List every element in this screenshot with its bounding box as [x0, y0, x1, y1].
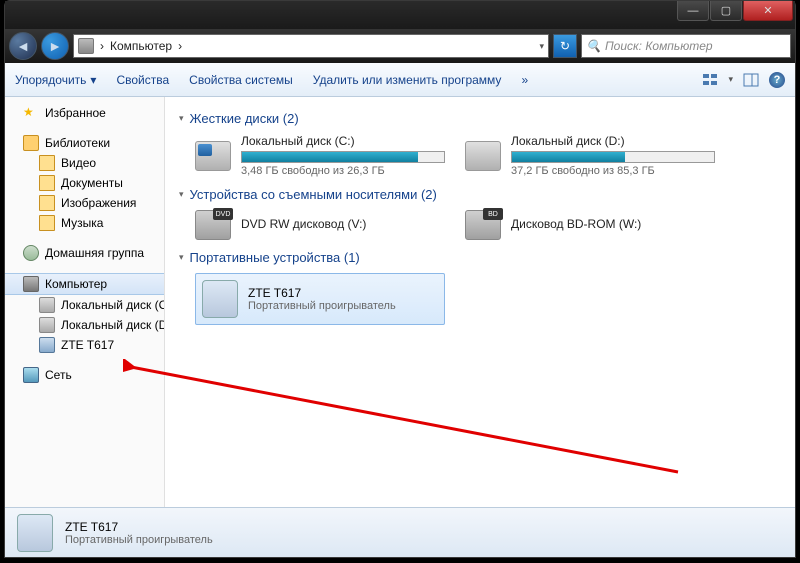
details-pane: ZTE T617 Портативный проигрыватель	[5, 507, 795, 557]
breadcrumb-root[interactable]: Компьютер	[110, 39, 172, 53]
drive-d[interactable]: Локальный диск (D:) 37,2 ГБ свободно из …	[465, 134, 715, 177]
drive-free-text: 37,2 ГБ свободно из 85,3 ГБ	[511, 165, 715, 177]
homegroup-icon	[23, 245, 39, 261]
minimize-button[interactable]: —	[677, 1, 709, 21]
sidebar-images[interactable]: Изображения	[5, 193, 164, 213]
body: ★Избранное Библиотеки Видео Документы Из…	[5, 97, 795, 507]
sidebar-music[interactable]: Музыка	[5, 213, 164, 233]
view-dropdown-icon[interactable]: ▾	[728, 74, 733, 85]
disk-icon	[39, 297, 55, 313]
properties-button[interactable]: Свойства	[116, 73, 169, 87]
documents-icon	[39, 175, 55, 191]
explorer-window: — ▢ ✕ ◄ ► › Компьютер › ▾ ↻ 🔍 Поиск: Ком…	[4, 0, 796, 558]
refresh-button[interactable]: ↻	[553, 34, 577, 58]
address-bar[interactable]: › Компьютер › ▾	[73, 34, 549, 58]
toolbar-overflow[interactable]: »	[521, 73, 528, 87]
help-button[interactable]: ?	[769, 72, 785, 88]
sidebar-video[interactable]: Видео	[5, 153, 164, 173]
sidebar-device-zte[interactable]: ZTE T617	[5, 335, 164, 355]
sidebar-network[interactable]: Сеть	[5, 365, 164, 385]
capacity-bar	[511, 151, 715, 163]
portable-player-icon	[17, 514, 53, 552]
optical-dvd[interactable]: DVD RW дисковод (V:)	[195, 210, 445, 240]
content-pane: ▾Жесткие диски (2) Локальный диск (C:) 3…	[165, 97, 795, 507]
computer-icon	[78, 38, 94, 54]
sidebar-computer[interactable]: Компьютер	[5, 273, 164, 295]
music-icon	[39, 215, 55, 231]
video-icon	[39, 155, 55, 171]
disk-icon	[39, 317, 55, 333]
drive-icon	[465, 141, 501, 171]
section-hard-drives[interactable]: ▾Жесткие диски (2)	[179, 111, 781, 126]
sidebar-drive-c[interactable]: Локальный диск (C:)	[5, 295, 164, 315]
nav-bar: ◄ ► › Компьютер › ▾ ↻ 🔍 Поиск: Компьютер	[5, 29, 795, 63]
star-icon: ★	[23, 105, 39, 121]
address-dropdown-icon[interactable]: ▾	[539, 41, 544, 52]
toolbar: Упорядочить▾ Свойства Свойства системы У…	[5, 63, 795, 97]
sidebar-documents[interactable]: Документы	[5, 173, 164, 193]
status-subtitle: Портативный проигрыватель	[65, 534, 213, 546]
collapse-icon: ▾	[179, 252, 184, 263]
search-icon: 🔍	[586, 39, 601, 53]
view-options-button[interactable]	[702, 72, 718, 88]
drive-icon	[195, 141, 231, 171]
portable-player-icon	[202, 280, 238, 318]
organize-button[interactable]: Упорядочить▾	[15, 73, 96, 87]
dvd-drive-icon	[195, 210, 231, 240]
sidebar-favorites[interactable]: ★Избранное	[5, 103, 164, 123]
drive-label: Локальный диск (C:)	[241, 134, 445, 148]
close-button[interactable]: ✕	[743, 1, 793, 21]
forward-button[interactable]: ►	[41, 32, 69, 60]
sidebar-libraries[interactable]: Библиотеки	[5, 133, 164, 153]
device-subtitle: Портативный проигрыватель	[248, 300, 396, 312]
sidebar-drive-d[interactable]: Локальный диск (D:)	[5, 315, 164, 335]
device-label: ZTE T617	[248, 286, 396, 300]
portable-device-zte[interactable]: ZTE T617 Портативный проигрыватель	[195, 273, 445, 325]
system-properties-button[interactable]: Свойства системы	[189, 73, 293, 87]
capacity-bar	[241, 151, 445, 163]
section-removable[interactable]: ▾Устройства со съемными носителями (2)	[179, 187, 781, 202]
drive-label: Дисковод BD-ROM (W:)	[511, 217, 715, 231]
drive-label: Локальный диск (D:)	[511, 134, 715, 148]
status-title: ZTE T617	[65, 520, 213, 534]
breadcrumb-sep: ›	[100, 39, 104, 53]
chevron-down-icon: ▾	[90, 73, 96, 87]
title-bar: — ▢ ✕	[5, 1, 795, 29]
drive-c[interactable]: Локальный диск (C:) 3,48 ГБ свободно из …	[195, 134, 445, 177]
computer-icon	[23, 276, 39, 292]
device-icon	[39, 337, 55, 353]
bd-drive-icon	[465, 210, 501, 240]
images-icon	[39, 195, 55, 211]
navigation-pane: ★Избранное Библиотеки Видео Документы Из…	[5, 97, 165, 507]
network-icon	[23, 367, 39, 383]
collapse-icon: ▾	[179, 113, 184, 124]
back-button[interactable]: ◄	[9, 32, 37, 60]
uninstall-button[interactable]: Удалить или изменить программу	[313, 73, 502, 87]
libraries-icon	[23, 135, 39, 151]
section-portable[interactable]: ▾Портативные устройства (1)	[179, 250, 781, 265]
maximize-button[interactable]: ▢	[710, 1, 742, 21]
sidebar-homegroup[interactable]: Домашняя группа	[5, 243, 164, 263]
drive-free-text: 3,48 ГБ свободно из 26,3 ГБ	[241, 165, 445, 177]
breadcrumb-sep: ›	[178, 39, 182, 53]
drive-label: DVD RW дисковод (V:)	[241, 217, 445, 231]
preview-pane-button[interactable]	[743, 72, 759, 88]
search-placeholder: Поиск: Компьютер	[605, 39, 713, 53]
search-input[interactable]: 🔍 Поиск: Компьютер	[581, 34, 791, 58]
optical-bd[interactable]: Дисковод BD-ROM (W:)	[465, 210, 715, 240]
collapse-icon: ▾	[179, 189, 184, 200]
